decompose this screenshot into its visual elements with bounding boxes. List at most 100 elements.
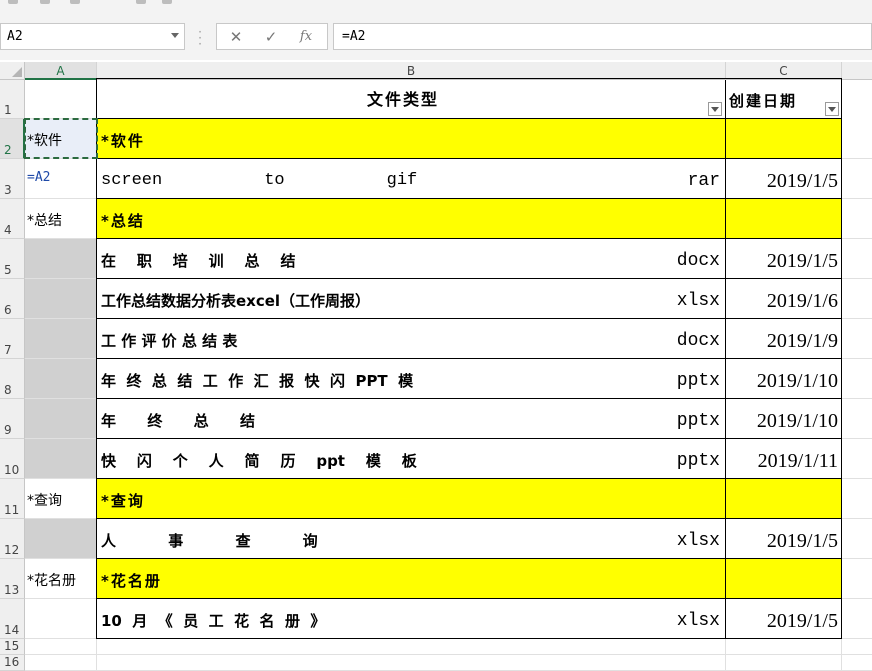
- cell-b2[interactable]: *软件: [97, 119, 726, 159]
- cell-a3[interactable]: =A2: [25, 159, 97, 199]
- cell-a11[interactable]: *查询: [25, 479, 97, 519]
- row-header[interactable]: 12: [0, 519, 25, 559]
- row-header[interactable]: 8: [0, 359, 25, 399]
- cell-a4[interactable]: *总结: [25, 199, 97, 239]
- row-header[interactable]: 10: [0, 439, 25, 479]
- cell-c14[interactable]: 2019/1/5: [726, 599, 842, 639]
- cell-b6[interactable]: 工作总结数据分析表excel（工作周报） xlsx: [97, 279, 726, 319]
- cell-c4[interactable]: [726, 199, 842, 239]
- cell-c16[interactable]: [726, 655, 842, 671]
- cell-b5[interactable]: 在 职 培 训 总 结 docx: [97, 239, 726, 279]
- cell-c3[interactable]: 2019/1/5: [726, 159, 842, 199]
- row-header[interactable]: 4: [0, 199, 25, 239]
- cell-d4[interactable]: [842, 199, 872, 239]
- cell-d14[interactable]: [842, 599, 872, 639]
- row-header[interactable]: 3: [0, 159, 25, 199]
- more-options-icon[interactable]: · · ·: [197, 26, 203, 50]
- cell-b10[interactable]: 快 闪 个 人 简 历 ppt 模 板 pptx: [97, 439, 726, 479]
- print-icon[interactable]: [136, 0, 146, 4]
- row-header[interactable]: 7: [0, 319, 25, 359]
- filter-button-b[interactable]: [708, 102, 722, 116]
- insert-function-icon[interactable]: fx: [295, 28, 317, 46]
- cell-b16[interactable]: [97, 655, 726, 671]
- file-extension-text: pptx: [676, 411, 720, 431]
- cell-b7[interactable]: 工 作 评 价 总 结 表 docx: [97, 319, 726, 359]
- cell-d11[interactable]: [842, 479, 872, 519]
- row-header[interactable]: 11: [0, 479, 25, 519]
- cell-d10[interactable]: [842, 439, 872, 479]
- cell-a10[interactable]: [25, 439, 97, 479]
- name-box[interactable]: A2: [0, 23, 185, 50]
- cell-a2[interactable]: *软件: [25, 119, 97, 159]
- cell-a9[interactable]: [25, 399, 97, 439]
- cell-a8[interactable]: [25, 359, 97, 399]
- row-header[interactable]: 13: [0, 559, 25, 599]
- cell-a16[interactable]: [25, 655, 97, 671]
- cell-d2[interactable]: [842, 119, 872, 159]
- cancel-icon[interactable]: ✕: [225, 28, 247, 46]
- cell-c6[interactable]: 2019/1/6: [726, 279, 842, 319]
- cell-b1[interactable]: 文件类型: [97, 80, 726, 119]
- file-extension-text: xlsx: [676, 531, 720, 551]
- cell-b3[interactable]: screen to gif rar: [97, 159, 726, 199]
- cell-d15[interactable]: [842, 639, 872, 655]
- cell-b4[interactable]: *总结: [97, 199, 726, 239]
- row-header[interactable]: 9: [0, 399, 25, 439]
- cell-b8[interactable]: 年 终 总 结 工 作 汇 报 快 闪 PPT 模 pptx: [97, 359, 726, 399]
- cell-a12[interactable]: [25, 519, 97, 559]
- cell-c15[interactable]: [726, 639, 842, 655]
- cell-b14[interactable]: 10 月 《 员 工 花 名 册 》 xlsx: [97, 599, 726, 639]
- formula-input[interactable]: =A2: [333, 23, 872, 50]
- confirm-icon[interactable]: ✓: [260, 28, 282, 46]
- cell-b15[interactable]: [97, 639, 726, 655]
- redo-icon[interactable]: [70, 0, 80, 4]
- cell-c5[interactable]: 2019/1/5: [726, 239, 842, 279]
- row-header[interactable]: 2: [0, 119, 25, 159]
- cell-a6[interactable]: [25, 279, 97, 319]
- customize-icon[interactable]: [162, 0, 172, 4]
- cell-b11[interactable]: *查询: [97, 479, 726, 519]
- cell-d5[interactable]: [842, 239, 872, 279]
- column-header-c[interactable]: C: [726, 62, 842, 80]
- column-header-b[interactable]: B: [97, 62, 726, 80]
- cell-d12[interactable]: [842, 519, 872, 559]
- save-icon[interactable]: [8, 0, 18, 4]
- cell-d16[interactable]: [842, 655, 872, 671]
- row-header[interactable]: 5: [0, 239, 25, 279]
- cell-a1[interactable]: [25, 80, 97, 119]
- row-header[interactable]: 1: [0, 80, 25, 119]
- cell-b13[interactable]: *花名册: [97, 559, 726, 599]
- cell-c12[interactable]: 2019/1/5: [726, 519, 842, 559]
- cell-c8[interactable]: 2019/1/10: [726, 359, 842, 399]
- cell-a5[interactable]: [25, 239, 97, 279]
- cell-d13[interactable]: [842, 559, 872, 599]
- cell-d3[interactable]: [842, 159, 872, 199]
- cell-c11[interactable]: [726, 479, 842, 519]
- cell-c7[interactable]: 2019/1/9: [726, 319, 842, 359]
- cell-a13[interactable]: *花名册: [25, 559, 97, 599]
- cell-c10[interactable]: 2019/1/11: [726, 439, 842, 479]
- cell-a14[interactable]: [25, 599, 97, 639]
- row-header[interactable]: 6: [0, 279, 25, 319]
- row-header[interactable]: 15: [0, 639, 25, 655]
- row-header[interactable]: 14: [0, 599, 25, 639]
- cell-d7[interactable]: [842, 319, 872, 359]
- column-header-d[interactable]: [842, 62, 872, 80]
- cell-b12[interactable]: 人 事 查 询 xlsx: [97, 519, 726, 559]
- select-all-corner[interactable]: [0, 62, 25, 80]
- cell-b9[interactable]: 年 终 总 结 pptx: [97, 399, 726, 439]
- cell-c2[interactable]: [726, 119, 842, 159]
- filter-button-c[interactable]: [825, 102, 839, 116]
- cell-d8[interactable]: [842, 359, 872, 399]
- cell-c9[interactable]: 2019/1/10: [726, 399, 842, 439]
- row-header[interactable]: 16: [0, 655, 25, 671]
- chevron-down-icon[interactable]: [171, 33, 179, 38]
- cell-a7[interactable]: [25, 319, 97, 359]
- cell-c13[interactable]: [726, 559, 842, 599]
- cell-d6[interactable]: [842, 279, 872, 319]
- undo-icon[interactable]: [40, 0, 50, 4]
- cell-a15[interactable]: [25, 639, 97, 655]
- column-header-a[interactable]: A: [25, 62, 97, 80]
- cell-c1[interactable]: 创建日期: [726, 80, 842, 119]
- cell-d9[interactable]: [842, 399, 872, 439]
